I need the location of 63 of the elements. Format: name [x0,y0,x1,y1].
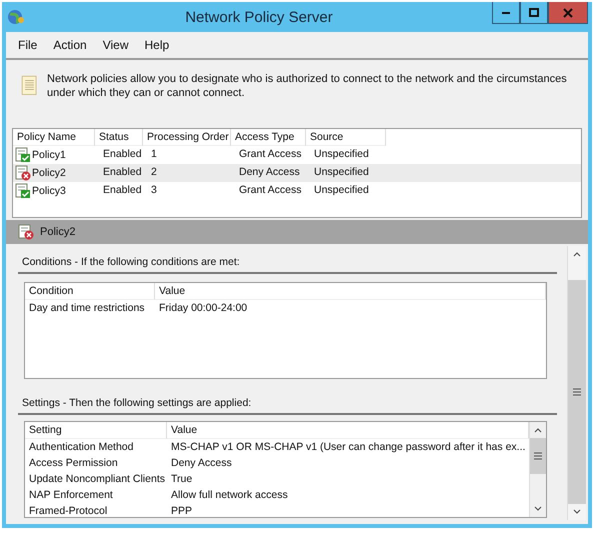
grip-icon [573,388,581,396]
table-cell-text: Enabled [102,165,143,180]
table-row[interactable]: Policy3 Enabled 3 Grant Access Unspecified [13,182,581,200]
menu-item[interactable]: File [12,36,44,54]
table-cell-text: Grant Access [238,147,302,162]
table-cell-text: Deny Access [170,456,233,471]
document-cross-icon [18,224,34,240]
table-row[interactable]: Policy1 Enabled 1 Grant Access Unspecified [13,146,581,164]
table-cell-text: True [170,472,194,487]
table-cell-text: Unspecified [313,147,370,162]
table-cell-text: 2 [150,165,158,180]
policy-name: Policy3 [32,185,66,197]
vertical-scrollbar[interactable] [529,422,546,517]
policy-name: Policy2 [32,167,66,179]
column-header[interactable]: Setting [25,422,167,439]
menu-item[interactable]: Help [138,36,176,54]
globe-icon [6,7,26,27]
table-row[interactable]: Policy2 Enabled 2 Deny Access Unspecified [13,164,581,182]
document-check-icon [15,147,31,163]
table-cell-text: Authentication Method [28,440,134,455]
menu-item[interactable]: Action [47,36,93,54]
table-cell-text: Enabled [102,147,143,162]
document-cross-icon [15,165,31,181]
column-header[interactable]: Value [167,422,530,439]
minimize-icon [502,12,510,14]
table-cell-text: Framed-Protocol [28,504,108,517]
table-cell-text: MS-CHAP v1 OR MS-CHAP v1 (User can change password after it has ex... [170,440,526,455]
table-cell-text: 1 [150,147,158,162]
column-header[interactable]: Access Type [231,129,306,146]
table-cell-text: Access Permission [28,456,119,471]
section-heading: Settings - Then the following settings are applied: [18,393,557,415]
close-icon [563,8,573,18]
table-cell-text: Friday 00:00-24:00 [158,301,248,316]
column-header[interactable]: Policy Name [13,129,95,146]
menu-item[interactable]: View [96,36,134,54]
table-cell-text: Deny Access [238,165,301,180]
table-cell-text: Grant Access [238,183,302,198]
table-cell-text: Enabled [102,183,143,198]
description-text: Network policies allow you to designate who is authorized to connect to the network and the circumstances under which they can or cannot connect. [47,72,568,100]
column-header[interactable]: Processing Order [143,129,231,146]
minimize-button[interactable] [492,2,520,24]
table-cell-text: PPP [170,504,194,517]
table-cell-text: Day and time restrictions [28,301,146,316]
table-cell-text: Unspecified [313,165,370,180]
table-cell-text: Allow full network access [170,488,289,503]
policy-name: Policy1 [32,149,66,161]
vertical-scrollbar[interactable] [567,246,586,520]
section-heading: Conditions - If the following conditions are met: [18,252,557,274]
maximize-icon [529,8,539,18]
column-header[interactable]: Condition [25,283,155,300]
maximize-button[interactable] [520,2,548,24]
column-header[interactable]: Value [155,283,546,300]
table-cell-text: Update Noncompliant Clients [28,472,166,487]
column-header[interactable]: Status [95,129,143,146]
table-cell-text: NAP Enforcement [28,488,114,503]
window-title: Network Policy Server [184,8,334,26]
document-check-icon [15,183,31,199]
table-cell-text: Unspecified [313,183,370,198]
column-header[interactable]: Source [306,129,386,146]
grip-icon [534,452,542,460]
close-button[interactable] [548,2,588,24]
policy-title: Policy2 [40,226,76,238]
table-cell-text: 3 [150,183,158,198]
